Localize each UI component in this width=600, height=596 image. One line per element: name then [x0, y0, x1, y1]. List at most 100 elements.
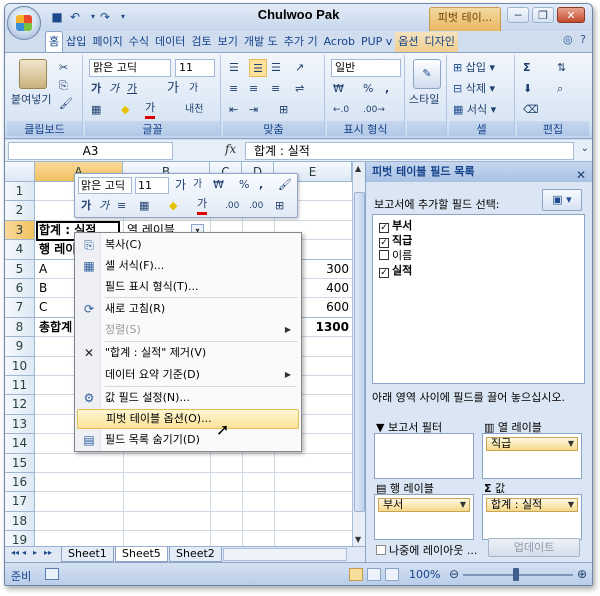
expand-formula-icon[interactable]: ⌄ — [581, 143, 589, 154]
mini-percent-button[interactable]: % — [239, 176, 249, 194]
row-header-7[interactable]: 7 — [5, 298, 35, 318]
align-bottom-icon[interactable]: ☰ — [271, 59, 281, 77]
borders-icon[interactable]: ▦ — [91, 101, 101, 119]
row-header-4[interactable]: 4 — [5, 240, 35, 260]
values-field[interactable]: 합계 : 실적 ▼ — [486, 498, 578, 512]
report-filter-zone[interactable] — [374, 433, 474, 479]
macro-record-icon[interactable] — [45, 568, 59, 580]
select-all-corner[interactable] — [5, 162, 35, 182]
next-sheet-icon[interactable]: ▸ — [33, 548, 37, 557]
align-middle-icon[interactable]: ☰ — [249, 59, 267, 77]
decrease-indent-icon[interactable]: ⇤ — [229, 101, 238, 119]
styles-icon[interactable]: ✎ — [413, 59, 441, 89]
mini-borders-icon[interactable]: ▦ — [139, 197, 149, 215]
menu-item-0[interactable]: ⎘ 복사(C) — [77, 235, 299, 255]
mini-font-name-box[interactable]: 맑은 고딕 — [78, 177, 132, 194]
ribbon-tab-5[interactable]: 검토 — [188, 32, 214, 53]
mini-merge-icon[interactable]: ⊞ — [275, 197, 284, 215]
field-item-2[interactable]: 이름 — [379, 249, 412, 263]
mini-italic-button[interactable]: 가 — [99, 197, 109, 215]
grow-font-button[interactable]: 가 — [167, 80, 179, 98]
mini-decrease-decimal-button[interactable]: .00 — [249, 197, 263, 215]
horizontal-scrollbar[interactable] — [223, 548, 347, 561]
find-select-icon[interactable]: ⌕ — [557, 80, 563, 98]
name-box[interactable]: A3 — [8, 142, 173, 160]
mini-grow-font-button[interactable]: 가 — [175, 176, 186, 194]
row-header-15[interactable]: 15 — [5, 453, 35, 473]
shrink-font-button[interactable]: 가 — [189, 80, 198, 98]
styles-button[interactable]: 스타일 — [409, 91, 439, 109]
row-labels-field[interactable]: 부서 ▼ — [378, 498, 470, 512]
mini-bold-button[interactable]: 가 — [81, 197, 91, 215]
column-labels-field[interactable]: 직급 ▼ — [486, 437, 578, 451]
currency-button[interactable]: ₩ — [333, 80, 344, 98]
checked-checkbox[interactable]: ✓ — [379, 238, 389, 248]
number-format-box[interactable]: 일반 — [331, 59, 401, 77]
mini-font-size-box[interactable]: 11 — [135, 177, 169, 194]
ribbon-tab-9[interactable]: Acrob — [321, 32, 358, 53]
menu-item-3[interactable]: ⟳ 새로 고침(R) — [77, 299, 299, 319]
unchecked-checkbox[interactable] — [379, 250, 389, 260]
row-header-9[interactable]: 9 — [5, 337, 35, 357]
row-header-14[interactable]: 14 — [5, 434, 35, 454]
row-header-10[interactable]: 10 — [5, 356, 35, 376]
chevron-down-icon[interactable]: ▼ — [568, 438, 574, 450]
comma-button[interactable]: , — [385, 80, 389, 98]
office-button[interactable] — [7, 6, 41, 40]
row-header-11[interactable]: 11 — [5, 376, 35, 396]
mini-shrink-font-button[interactable]: 가 — [193, 176, 202, 194]
zoom-slider-thumb[interactable] — [513, 568, 519, 581]
scrollbar-thumb[interactable] — [354, 192, 365, 512]
ribbon-tab-4[interactable]: 데이터 — [152, 32, 188, 53]
delete-cells-button[interactable]: ⊟ 삭제 ▾ — [453, 80, 495, 98]
insert-function-button[interactable]: fx — [225, 142, 236, 156]
column-labels-zone[interactable]: 직급 ▼ — [482, 433, 582, 479]
mini-fill-color-icon[interactable]: ◆ — [169, 197, 177, 215]
zoom-level[interactable]: 100% — [409, 568, 440, 581]
row-header-3[interactable]: 3 — [5, 220, 35, 241]
ribbon-tab-6[interactable]: 보기 — [215, 32, 241, 53]
sheet-tab-sheet5[interactable]: Sheet5 — [115, 547, 168, 562]
align-left-icon[interactable]: ≡ — [229, 80, 238, 98]
row-header-6[interactable]: 6 — [5, 279, 35, 299]
vertical-scrollbar[interactable]: ▲ ▼ — [352, 162, 365, 546]
italic-button[interactable]: 가 — [109, 80, 119, 98]
menu-item-7[interactable]: ⚙ 값 필드 설정(N)... — [77, 388, 299, 408]
clear-icon[interactable]: ⌫ — [523, 101, 539, 119]
sheet-tab-sheet1[interactable]: Sheet1 — [61, 547, 114, 562]
defer-update-checkbox[interactable]: 나중에 레이아웃 ... — [376, 542, 477, 558]
row-header-19[interactable]: 19 — [5, 531, 35, 546]
normal-view-icon[interactable] — [349, 568, 363, 581]
field-item-3[interactable]: ✓ 실적 — [379, 264, 412, 278]
mini-align-center-icon[interactable]: ≡ — [117, 197, 126, 215]
copy-icon[interactable]: ⎘ — [59, 77, 68, 95]
align-right-icon[interactable]: ≡ — [271, 80, 280, 98]
paste-icon[interactable] — [19, 59, 47, 89]
align-center-icon[interactable]: ≡ — [249, 80, 258, 98]
row-header-16[interactable]: 16 — [5, 473, 35, 493]
sheet-tab-sheet2[interactable]: Sheet2 — [169, 547, 222, 562]
first-sheet-icon[interactable]: ◂◂ — [11, 548, 19, 557]
row-header-12[interactable]: 12 — [5, 395, 35, 415]
orientation-icon[interactable]: ↗ — [295, 59, 304, 77]
formula-input[interactable]: 합계 : 실적 — [245, 142, 574, 160]
font-size-box[interactable]: 11 — [175, 59, 215, 77]
align-top-icon[interactable]: ☰ — [229, 59, 239, 77]
restore-button[interactable]: ❐ — [532, 7, 554, 23]
fill-icon[interactable]: ⬇ — [523, 80, 532, 98]
percent-button[interactable]: % — [363, 80, 373, 98]
page-layout-view-icon[interactable] — [367, 568, 381, 581]
checked-checkbox[interactable]: ✓ — [379, 223, 389, 233]
row-header-1[interactable]: 1 — [5, 182, 35, 202]
values-zone[interactable]: 합계 : 실적 ▼ — [482, 494, 582, 540]
font-color-button[interactable]: 가 — [145, 101, 156, 119]
merge-center-icon[interactable]: ⊞ — [279, 101, 288, 119]
help-icon[interactable]: ? — [580, 33, 586, 46]
menu-item-6[interactable]: 데이터 요약 기준(D) ▶ — [77, 365, 299, 385]
mini-font-color-button[interactable]: 가 — [197, 197, 208, 215]
prev-sheet-icon[interactable]: ◂ — [22, 548, 26, 557]
close-button[interactable]: ✕ — [557, 7, 585, 23]
wrap-text-icon[interactable]: ⇌ — [295, 80, 304, 98]
mini-currency-button[interactable]: ₩ — [213, 176, 224, 194]
chevron-down-icon[interactable]: ▼ — [460, 499, 466, 511]
